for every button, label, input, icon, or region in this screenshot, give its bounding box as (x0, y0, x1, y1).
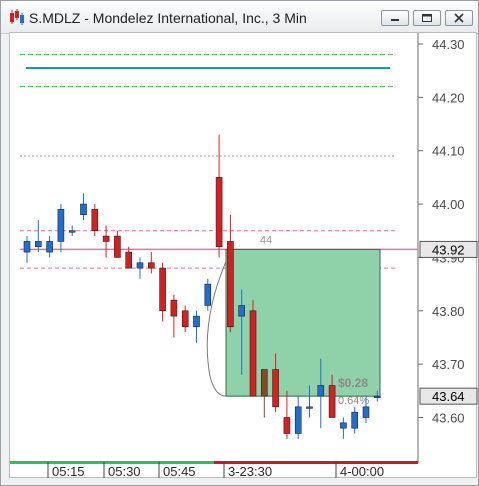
candle-body (170, 299, 178, 317)
candle-body (80, 203, 87, 216)
price-tick-label: 43.80 (432, 304, 465, 319)
candle-body (362, 406, 370, 418)
candle-body (159, 267, 166, 312)
candlestick-chart-icon (10, 9, 24, 25)
candle-body (181, 310, 189, 328)
candle-body (238, 305, 245, 317)
candle-body (57, 209, 65, 242)
restore-icon (422, 14, 432, 22)
price-tick-label: 44.00 (432, 197, 465, 212)
minimize-button[interactable] (381, 10, 409, 26)
candle-body (193, 315, 200, 328)
box-percent-label: 0.64% (338, 395, 369, 407)
current-price-tag-text: 43.92 (432, 242, 465, 257)
candle-body (136, 262, 144, 269)
candle-body (125, 251, 132, 269)
candle-body (328, 385, 336, 418)
candlestick-chart[interactable]: 44$0.280.64% 44.3044.2044.1044.0043.9043… (10, 33, 478, 479)
box-profit-label: $0.28 (338, 376, 368, 390)
candle-body (249, 310, 257, 397)
chart-area[interactable]: 44 $0.28 0.64% 44.30 44.20 44.10 44.00 43.90 43… (9, 32, 478, 479)
candle-body (272, 369, 279, 408)
candle-body (68, 230, 76, 233)
candle-body (317, 385, 325, 397)
window-title: S.MDLZ - Mondelez International, Inc., 3… (29, 10, 307, 26)
candle-body (23, 241, 31, 253)
candle-body (91, 209, 99, 232)
time-tick-label: 4-00:00 (340, 464, 384, 479)
candle[interactable] (249, 300, 257, 397)
close-button[interactable] (445, 10, 473, 26)
candle-body (227, 241, 234, 328)
candle-body (204, 283, 212, 306)
time-tick-label: 05:45 (163, 464, 196, 479)
candle-body (306, 406, 313, 409)
price-tick-label: 44.10 (432, 144, 465, 159)
time-tick-label: 05:15 (52, 464, 85, 479)
title-bar[interactable]: S.MDLZ - Mondelez International, Inc., 3… (1, 1, 478, 34)
box-top-label: 44 (260, 234, 272, 246)
candle-body (294, 406, 302, 434)
time-tick-label: 05:30 (108, 464, 141, 479)
candle-body (351, 411, 359, 429)
candle-body (261, 369, 268, 397)
profit-target-box[interactable] (225, 248, 381, 397)
close-icon (454, 13, 464, 23)
candle-body (283, 417, 291, 434)
price-tick-label: 44.20 (432, 90, 465, 105)
restore-button[interactable] (413, 10, 441, 26)
candle-body (215, 177, 223, 248)
candle-body (102, 235, 110, 242)
price-tick-label: 43.60 (432, 411, 465, 426)
minimize-icon (391, 19, 399, 21)
candle-body (114, 235, 121, 258)
last-price-tag-text: 43.64 (432, 389, 465, 404)
candle-body (148, 262, 155, 269)
time-tick-label: 3-23:30 (228, 464, 272, 479)
candle-body (373, 395, 381, 398)
candle-body (46, 241, 53, 253)
candle-body (34, 241, 42, 248)
price-tick-label: 44.30 (432, 37, 465, 52)
price-tick-label: 43.70 (432, 357, 465, 372)
chart-window: S.MDLZ - Mondelez International, Inc., 3… (0, 0, 479, 486)
candle-body (340, 422, 347, 429)
